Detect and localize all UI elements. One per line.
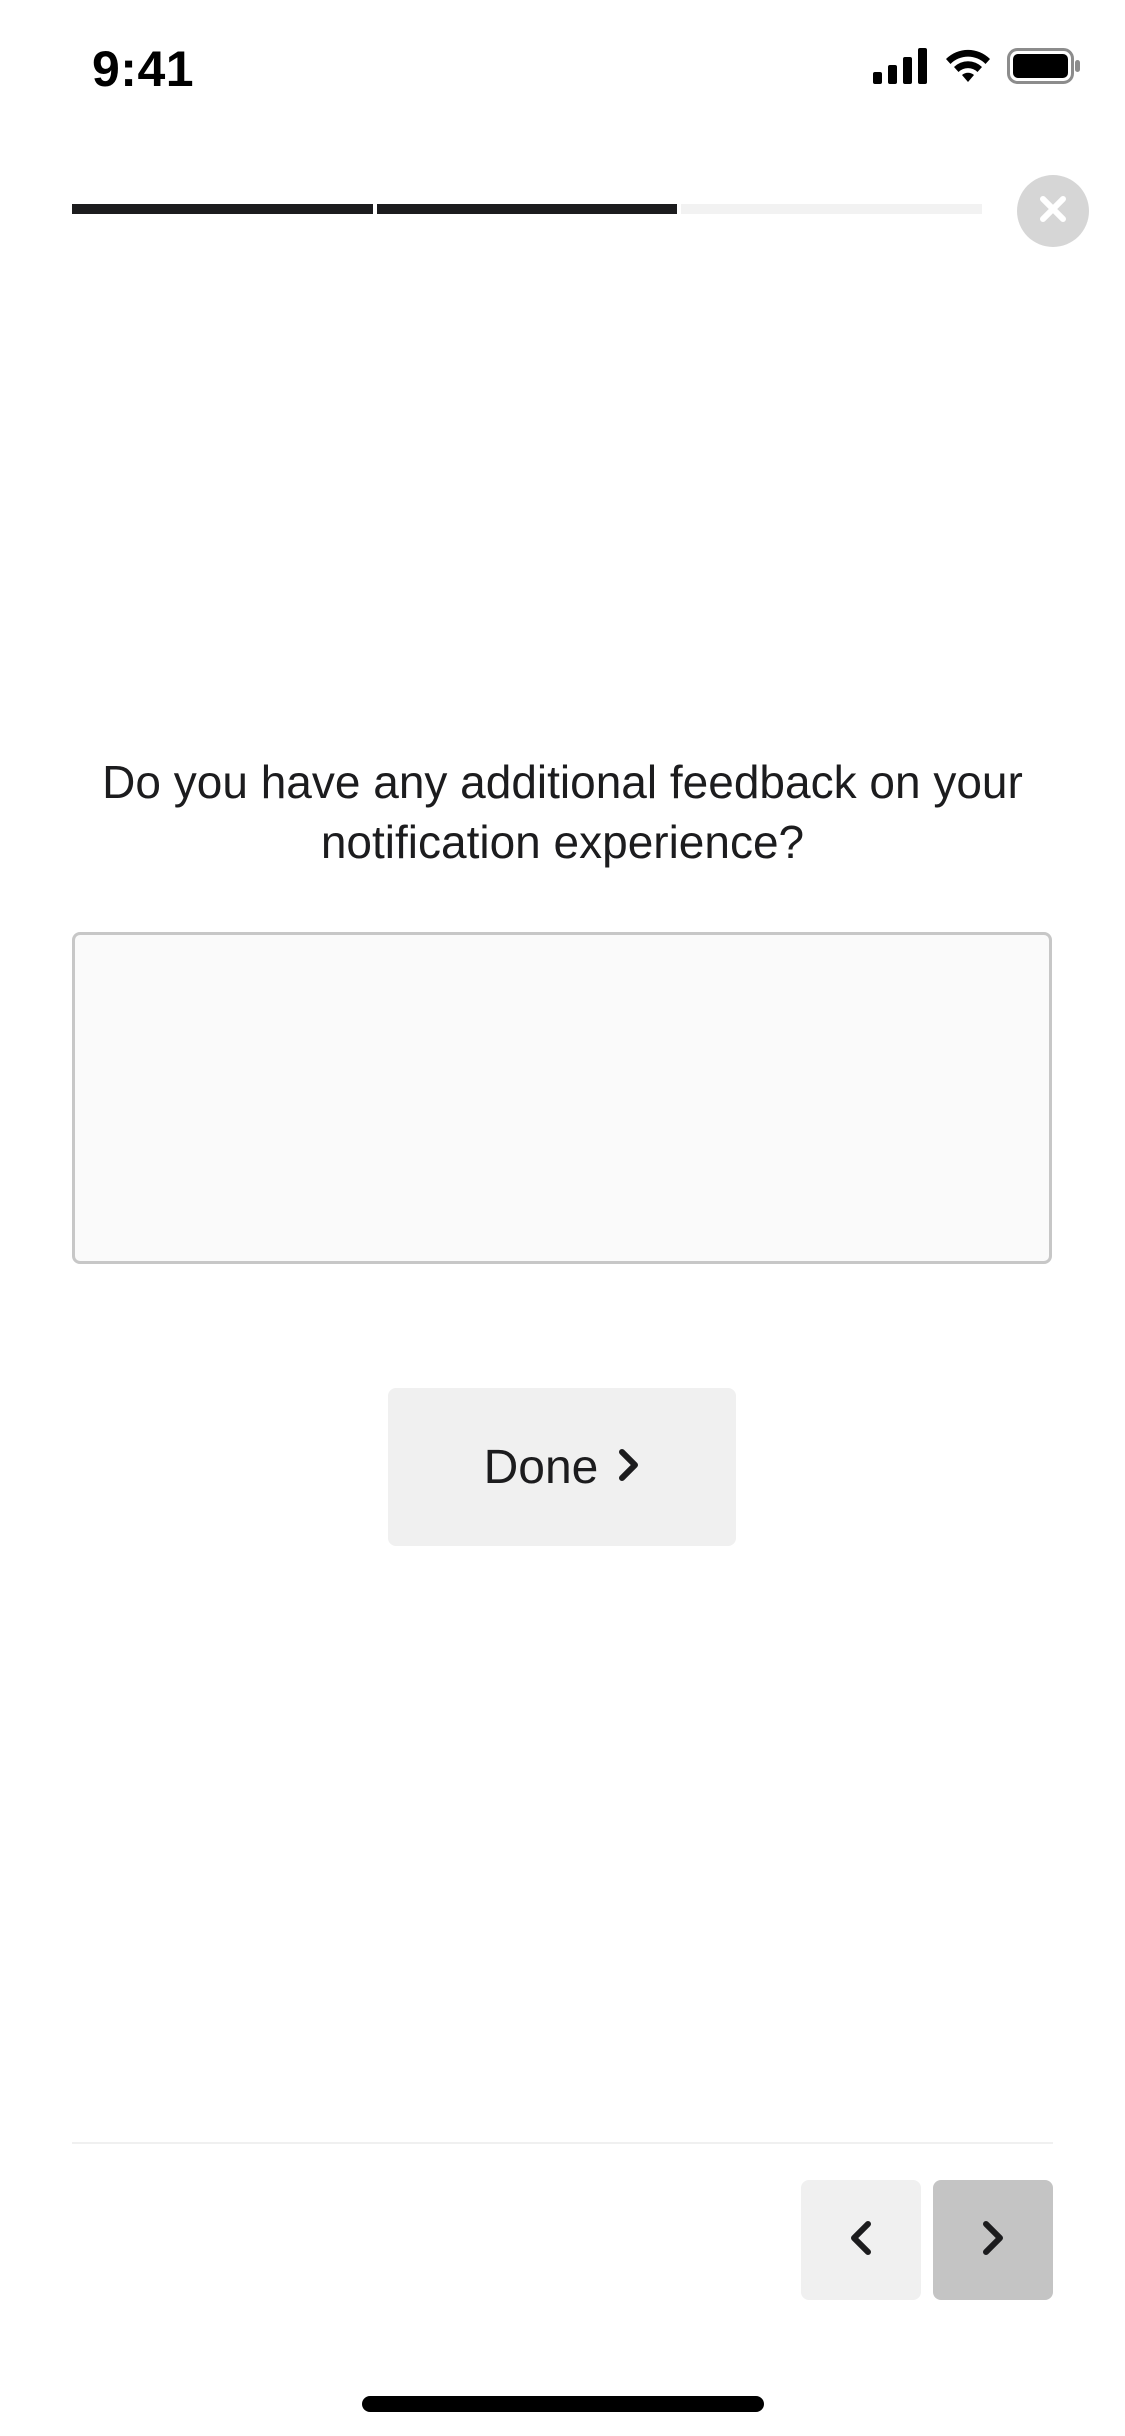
done-button[interactable]: Done — [388, 1388, 736, 1546]
status-time: 9:41 — [92, 41, 195, 97]
bottom-divider — [72, 2142, 1053, 2144]
status-bar: 9:41 — [0, 0, 1125, 140]
question-text: Do you have any additional feedback on y… — [102, 756, 1023, 868]
progress-segment — [376, 204, 678, 214]
chevron-left-icon — [849, 2220, 873, 2261]
status-icons — [873, 48, 1081, 89]
feedback-input[interactable] — [72, 932, 1052, 1264]
close-button[interactable] — [1017, 175, 1089, 247]
battery-icon — [1007, 48, 1081, 89]
previous-button[interactable] — [801, 2180, 921, 2300]
chevron-right-icon — [618, 1448, 640, 1487]
progress-segment — [72, 204, 373, 214]
progress-segment — [681, 204, 983, 214]
home-indicator[interactable] — [362, 2396, 764, 2412]
done-button-label: Done — [483, 1440, 599, 1494]
wifi-icon — [943, 48, 993, 89]
cellular-signal-icon — [873, 48, 929, 89]
close-icon — [1038, 194, 1068, 229]
next-button[interactable] — [933, 2180, 1053, 2300]
chevron-right-icon — [981, 2220, 1005, 2261]
survey-progress-bar — [72, 204, 983, 214]
